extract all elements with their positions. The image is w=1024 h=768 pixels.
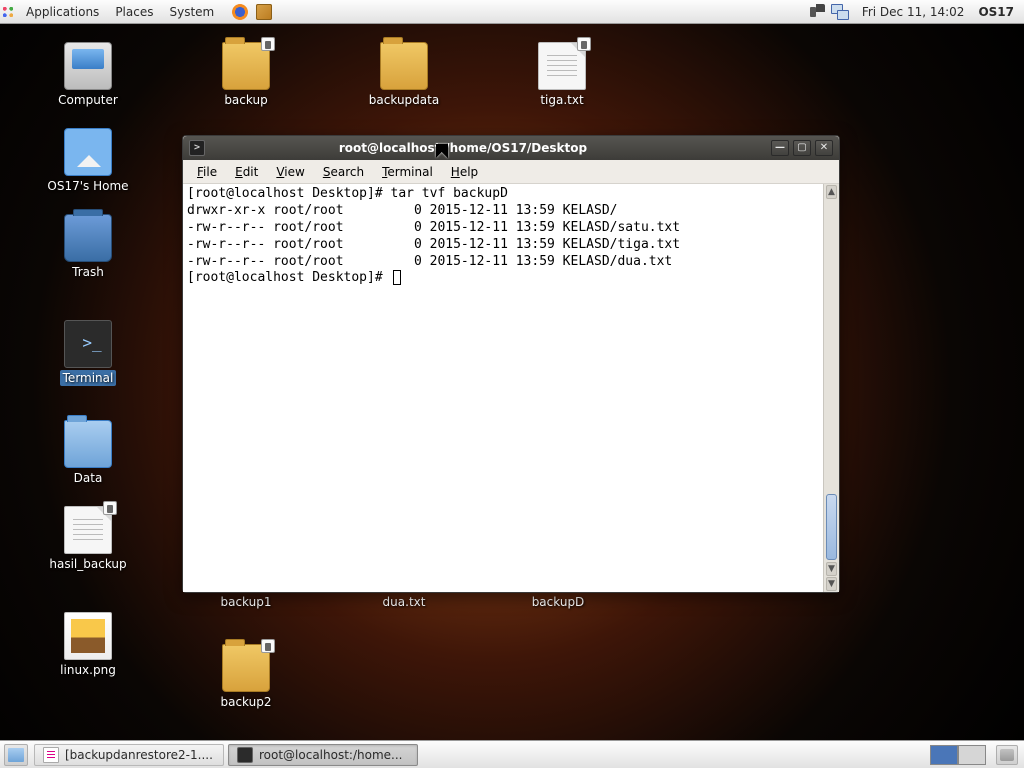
label: backupD [529, 594, 588, 610]
desktop-icon-hasil-backup[interactable]: hasil_backup [40, 506, 136, 572]
desktop-icon-terminal[interactable]: Terminal [40, 320, 136, 386]
firefox-launcher-icon[interactable] [232, 4, 248, 20]
terminal-icon [237, 747, 253, 763]
image-file-icon [64, 612, 112, 660]
label: backup [221, 92, 270, 108]
label: backup1 [217, 594, 274, 610]
gnome-foot-icon [0, 4, 16, 20]
network-icon[interactable] [831, 4, 849, 20]
terminal-cursor [393, 270, 401, 285]
label: backupdata [366, 92, 442, 108]
scrollbar-up-arrow[interactable]: ▲ [826, 185, 837, 199]
folder-icon [222, 644, 270, 692]
desktop-icon-tiga-txt[interactable]: tiga.txt [514, 42, 610, 108]
desktop-icon-linux-png[interactable]: linux.png [40, 612, 136, 678]
desktop-icon-backup2[interactable]: backup2 [198, 644, 294, 710]
lock-emblem-icon [261, 639, 275, 653]
menu-view[interactable]: View [268, 163, 312, 181]
label: Computer [55, 92, 121, 108]
volume-icon[interactable] [807, 4, 825, 20]
workspace-1[interactable] [930, 745, 958, 765]
taskbar-item-document[interactable]: [backupdanrestore2-1.... [34, 744, 224, 766]
menu-system[interactable]: System [161, 5, 222, 19]
lock-emblem-icon [261, 37, 275, 51]
terminal-scrollbar[interactable]: ▲ ▼ ▼ [823, 184, 839, 592]
menu-terminal[interactable]: Terminal [374, 163, 441, 181]
trash-icon [64, 214, 112, 262]
home-folder-icon [64, 128, 112, 176]
desktop-icon-backupdata[interactable]: backupdata [356, 42, 452, 108]
lock-emblem-icon [577, 37, 591, 51]
label: Trash [69, 264, 107, 280]
label: OS17's Home [44, 178, 131, 194]
terminal-window[interactable]: root@localhost:/home/OS17/Desktop — ▢ ✕ … [182, 135, 840, 593]
mouse-pointer [436, 144, 450, 164]
label: backup2 [217, 694, 274, 710]
menu-places[interactable]: Places [107, 5, 161, 19]
file-icon [64, 506, 112, 554]
menu-edit[interactable]: Edit [227, 163, 266, 181]
window-titlebar[interactable]: root@localhost:/home/OS17/Desktop — ▢ ✕ [183, 136, 839, 160]
task-label: [backupdanrestore2-1.... [65, 748, 213, 762]
bottom-panel: [backupdanrestore2-1.... root@localhost:… [0, 740, 1024, 768]
window-maximize-button[interactable]: ▢ [793, 140, 811, 156]
desktop-icon-trash[interactable]: Trash [40, 214, 136, 280]
menu-file[interactable]: File [189, 163, 225, 181]
desktop-icon-home[interactable]: OS17's Home [40, 128, 136, 194]
terminal-window-icon [189, 140, 205, 156]
panel-trash-icon[interactable] [996, 745, 1018, 765]
folder-icon [222, 42, 270, 90]
top-panel: Applications Places System Fri Dec 11, 1… [0, 0, 1024, 24]
file-icon [538, 42, 586, 90]
workspace-2[interactable] [958, 745, 986, 765]
desktop-icon-computer[interactable]: Computer [40, 42, 136, 108]
desktop-icon-backup[interactable]: backup [198, 42, 294, 108]
terminal-body: [root@localhost Desktop]# tar tvf backup… [183, 184, 839, 592]
label: dua.txt [380, 594, 429, 610]
window-minimize-button[interactable]: — [771, 140, 789, 156]
clock[interactable]: Fri Dec 11, 14:02 [852, 5, 975, 19]
window-title: root@localhost:/home/OS17/Desktop [211, 141, 765, 155]
workspace-switcher[interactable] [930, 745, 990, 765]
hostname-label[interactable]: OS17 [974, 5, 1024, 19]
label: tiga.txt [537, 92, 586, 108]
scrollbar-down-arrow-2[interactable]: ▼ [826, 577, 837, 591]
terminal-menubar: File Edit View Search Terminal Help [183, 160, 839, 184]
label: linux.png [57, 662, 119, 678]
scrollbar-thumb[interactable] [826, 494, 837, 560]
folder-icon [380, 42, 428, 90]
desktop[interactable]: Computer OS17's Home Trash Terminal Data… [0, 24, 1024, 740]
window-close-button[interactable]: ✕ [815, 140, 833, 156]
computer-icon [64, 42, 112, 90]
label: Data [71, 470, 106, 486]
taskbar-item-terminal[interactable]: root@localhost:/home... [228, 744, 418, 766]
label: Terminal [60, 370, 117, 386]
scrollbar-down-arrow[interactable]: ▼ [826, 562, 837, 576]
menu-applications[interactable]: Applications [18, 5, 107, 19]
desktop-icon-data[interactable]: Data [40, 420, 136, 486]
package-updater-icon[interactable] [256, 4, 272, 20]
folder-icon [64, 420, 112, 468]
lock-emblem-icon [103, 501, 117, 515]
document-icon [43, 747, 59, 763]
label: hasil_backup [46, 556, 129, 572]
menu-help[interactable]: Help [443, 163, 486, 181]
menu-search[interactable]: Search [315, 163, 372, 181]
terminal-icon [64, 320, 112, 368]
task-label: root@localhost:/home... [259, 748, 402, 762]
show-desktop-button[interactable] [4, 744, 28, 766]
terminal-text-area[interactable]: [root@localhost Desktop]# tar tvf backup… [183, 184, 823, 592]
